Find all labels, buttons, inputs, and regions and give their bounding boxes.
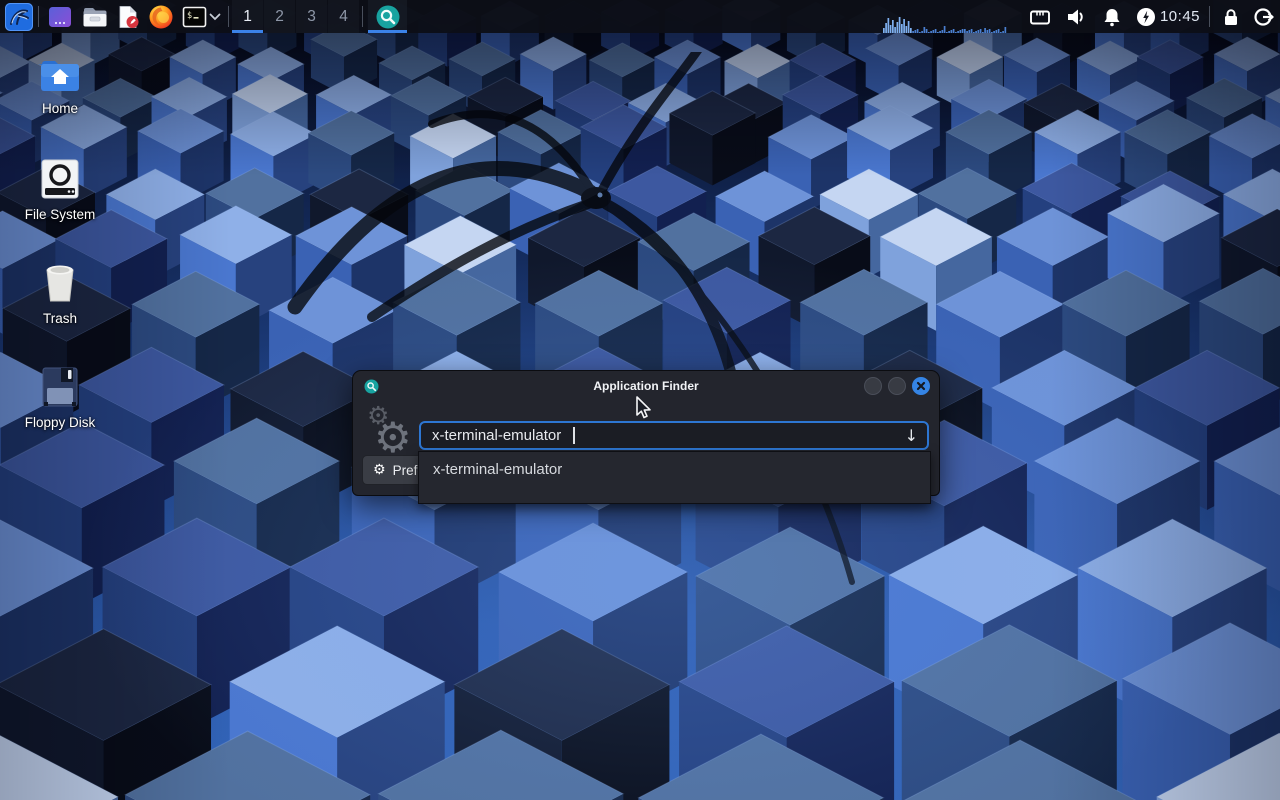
home-folder-icon [38, 56, 82, 94]
lock-screen-button[interactable] [1216, 0, 1246, 33]
desktop-icon-label: Home [42, 101, 78, 116]
notifications-tray-icon[interactable] [1097, 0, 1127, 33]
minimize-button[interactable] [864, 377, 882, 395]
applications-menu-button[interactable] [3, 0, 35, 33]
file-manager-icon [82, 6, 108, 28]
desktop-icon-floppy-disk[interactable]: Floppy Disk [12, 366, 108, 430]
dropdown-arrow-icon[interactable]: ↓ [905, 426, 918, 445]
file-manager-launcher[interactable] [78, 0, 112, 33]
chevron-down-icon [209, 13, 221, 21]
desktop-icon-trash[interactable]: Trash [12, 262, 108, 326]
top-panel: $ 1 2 3 4 [0, 0, 1280, 33]
search-input[interactable]: x-terminal-emulator ↓ [419, 421, 929, 450]
firefox-icon [148, 4, 174, 30]
application-finder-taskbar-button[interactable] [368, 0, 407, 33]
text-caret [573, 427, 575, 444]
desktop-root: Home File System Trash Fl [0, 0, 1280, 800]
notification-bell-icon [1100, 5, 1124, 29]
dashboard-launcher[interactable] [44, 0, 76, 33]
titlebar[interactable]: Application Finder [353, 371, 939, 401]
gears-icon: ⚙⚙ [365, 403, 415, 461]
clock[interactable]: 10:45 [1155, 0, 1205, 33]
lock-icon [1219, 5, 1243, 29]
kali-menu-icon [5, 3, 33, 31]
firefox-launcher[interactable] [145, 0, 177, 33]
completion-dropdown: x-terminal-emulator [418, 451, 931, 504]
application-finder-window: Application Finder ⚙⚙ x-terminal-emulato… [352, 370, 940, 496]
maximize-button[interactable] [888, 377, 906, 395]
log-out-icon [1251, 5, 1275, 29]
search-input-value: x-terminal-emulator [432, 427, 561, 444]
workspace-2[interactable]: 2 [264, 0, 295, 33]
cpu-graph-bars [883, 0, 1011, 33]
volume-icon [1063, 4, 1089, 30]
text-editor-launcher[interactable] [112, 0, 144, 33]
network-icon [1028, 5, 1052, 29]
svg-text:$: $ [187, 11, 192, 21]
hard-disk-icon [40, 158, 80, 200]
cpu-graph[interactable] [883, 0, 1011, 33]
terminal-menu-arrow[interactable] [206, 0, 224, 33]
close-button[interactable] [912, 377, 930, 395]
workspace-4[interactable]: 4 [328, 0, 359, 33]
desktop-icon-home[interactable]: Home [12, 56, 108, 116]
terminal-icon: $ [182, 6, 207, 28]
text-editor-icon [116, 5, 140, 29]
workspace-3[interactable]: 3 [296, 0, 327, 33]
floppy-disk-icon [41, 366, 79, 408]
completion-item[interactable]: x-terminal-emulator [419, 452, 930, 478]
trash-icon [40, 262, 80, 304]
close-icon [916, 381, 926, 391]
log-out-button[interactable] [1248, 0, 1278, 33]
dashboard-icon [48, 6, 72, 28]
desktop-icon-file-system[interactable]: File System [12, 158, 108, 222]
workspace-1[interactable]: 1 [232, 0, 263, 33]
volume-tray-icon[interactable] [1060, 0, 1092, 33]
application-finder-icon [375, 4, 401, 30]
gear-icon: ⚙ [373, 462, 386, 478]
window-title: Application Finder [353, 379, 939, 393]
desktop-icon-label: Floppy Disk [25, 415, 96, 430]
desktop-icon-label: Trash [43, 311, 77, 326]
network-tray-icon[interactable] [1025, 0, 1055, 33]
application-finder-icon [364, 379, 379, 394]
desktop-icon-label: File System [25, 207, 96, 222]
terminal-launcher[interactable]: $ [179, 0, 209, 33]
